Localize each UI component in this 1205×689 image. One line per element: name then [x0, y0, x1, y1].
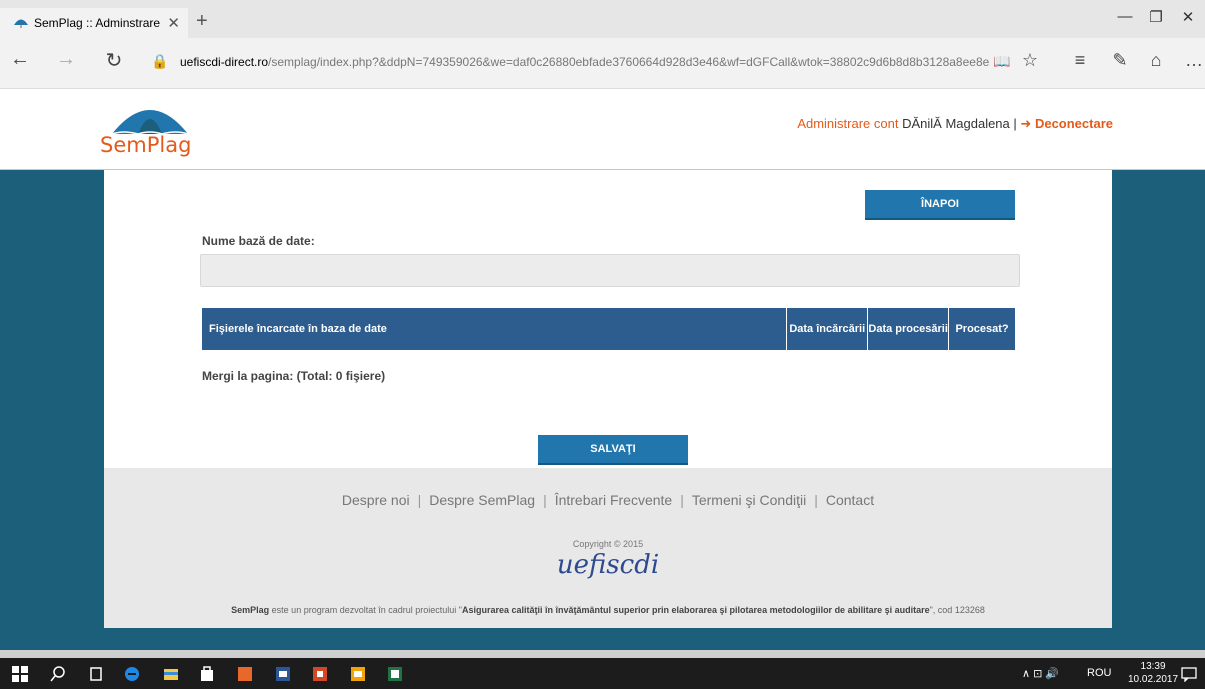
language-indicator[interactable]: ROU — [1087, 667, 1111, 679]
db-name-input[interactable] — [200, 254, 1020, 287]
file-explorer-icon[interactable] — [163, 666, 179, 682]
horizontal-scrollbar[interactable] — [0, 650, 1205, 658]
windows-taskbar: ∧ ⊡ 🔊 ROU 13:39 10.02.2017 — [0, 658, 1205, 689]
clock-time: 13:39 — [1140, 661, 1166, 672]
maximize-icon[interactable]: ❐ — [1141, 8, 1171, 26]
web-note-icon[interactable]: ✎ — [1108, 50, 1132, 71]
address-bar: ← → ↻ 🔒 uefiscdi-direct.ro/semplag/index… — [0, 38, 1205, 89]
footer-separator: | — [417, 492, 422, 508]
pagination-label: Mergi la pagina: (Total: 0 fişiere) — [202, 369, 386, 383]
browser-tab[interactable]: SemPlag :: Adminstrare ✕ — [0, 8, 188, 38]
share-icon[interactable]: ⌂ — [1144, 50, 1168, 71]
task-view-icon[interactable] — [88, 666, 104, 682]
column-header-processing-date: Data procesării — [867, 308, 948, 350]
site-header: SemPlag Administrare cont DĂnilĂ Magdale… — [0, 89, 1205, 171]
footer-link-terms[interactable]: Termeni şi Condiţii — [692, 492, 806, 508]
edge-browser-icon[interactable] — [124, 666, 140, 682]
lock-icon: 🔒 — [151, 53, 169, 69]
more-icon[interactable]: … — [1182, 50, 1205, 71]
outlook-icon[interactable] — [350, 666, 366, 682]
files-table-header: Fişierele încarcate în baza de date Data… — [202, 308, 1015, 350]
url-field[interactable]: uefiscdi-direct.ro/semplag/index.php?&dd… — [180, 55, 990, 69]
footer-link-contact[interactable]: Contact — [826, 492, 874, 508]
clock-date: 10.02.2017 — [1128, 674, 1179, 685]
header-separator: | — [1013, 116, 1017, 131]
about-project-title: Asigurarea calităţii în învăţământul sup… — [461, 605, 930, 615]
footer-link-about-semplag[interactable]: Despre SemPlag — [429, 492, 535, 508]
footer-separator: | — [814, 492, 818, 508]
windows-start-icon[interactable] — [12, 666, 28, 682]
copyright-text: Copyright © 2015 — [572, 539, 644, 549]
new-tab-button[interactable]: + — [196, 10, 208, 33]
save-button[interactable]: SALVAŢI — [538, 435, 688, 465]
column-header-upload-date: Data încărcării — [786, 308, 867, 350]
store-icon[interactable] — [199, 666, 215, 682]
system-tray-icons[interactable]: ∧ ⊡ 🔊 — [1022, 667, 1059, 680]
project-description: SemPlag este un program dezvoltat în cad… — [104, 605, 1112, 615]
favorite-star-icon[interactable]: ☆ — [1018, 50, 1042, 71]
reading-view-icon[interactable]: 📖 — [990, 53, 1014, 70]
footer-link-about-us[interactable]: Despre noi — [342, 492, 410, 508]
about-middle: este un program dezvoltat în cadrul proi… — [269, 605, 462, 615]
taskbar-clock[interactable]: 13:39 10.02.2017 — [1128, 660, 1178, 686]
semplag-logo[interactable]: SemPlag — [100, 101, 200, 161]
search-icon[interactable] — [50, 666, 66, 682]
logout-link[interactable]: Deconectare — [1035, 116, 1113, 131]
site-footer: Despre noi | Despre SemPlag | Întrebari Frec… — [104, 468, 1112, 628]
url-path: /semplag/index.php?&ddpN=749359026&we=da… — [268, 55, 990, 69]
powerpoint-icon[interactable] — [312, 666, 328, 682]
footer-links: Despre noi | Despre SemPlag | Întrebari Frec… — [104, 492, 1112, 508]
about-semplag: SemPlag — [231, 605, 270, 615]
close-window-icon[interactable]: ✕ — [1173, 8, 1203, 26]
about-suffix: ", cod 123268 — [929, 605, 985, 615]
column-header-files: Fişierele încarcate în baza de date — [209, 323, 387, 335]
tab-close-icon[interactable]: ✕ — [167, 14, 180, 32]
main-panel: ÎNAPOI Nume bază de date: Fişierele înca… — [104, 170, 1112, 468]
umbrella-favicon-icon — [14, 19, 28, 28]
app-orange-icon[interactable] — [237, 666, 253, 682]
account-settings-link[interactable]: Administrare cont — [797, 116, 898, 131]
hub-icon[interactable]: ≡ — [1068, 50, 1092, 71]
uefiscdi-logo[interactable]: uefiscdi — [104, 550, 1112, 580]
logo-text: SemPlag — [100, 133, 192, 157]
notifications-icon[interactable] — [1181, 666, 1197, 682]
account-area: Administrare cont DĂnilĂ Magdalena | ➜ D… — [797, 116, 1113, 132]
forward-icon[interactable]: → — [54, 48, 78, 71]
browser-tab-bar: SemPlag :: Adminstrare ✕ + — ❐ ✕ — [0, 0, 1205, 38]
db-name-label: Nume bază de date: — [202, 234, 315, 248]
excel-icon[interactable] — [387, 666, 403, 682]
logout-icon[interactable]: ➜ — [1020, 116, 1031, 131]
minimize-icon[interactable]: — — [1110, 8, 1140, 25]
user-name: DĂnilĂ Magdalena — [902, 116, 1010, 131]
back-button[interactable]: ÎNAPOI — [865, 190, 1015, 220]
url-host: uefiscdi-direct.ro — [180, 55, 269, 69]
footer-separator: | — [543, 492, 547, 508]
refresh-icon[interactable]: ↻ — [102, 48, 126, 73]
footer-link-faq[interactable]: Întrebari Frecvente — [555, 492, 673, 508]
back-icon[interactable]: ← — [8, 48, 32, 71]
column-header-processed: Procesat? — [948, 308, 1015, 350]
word-icon[interactable] — [275, 666, 291, 682]
footer-separator: | — [680, 492, 684, 508]
tab-title: SemPlag :: Adminstrare — [34, 16, 161, 30]
